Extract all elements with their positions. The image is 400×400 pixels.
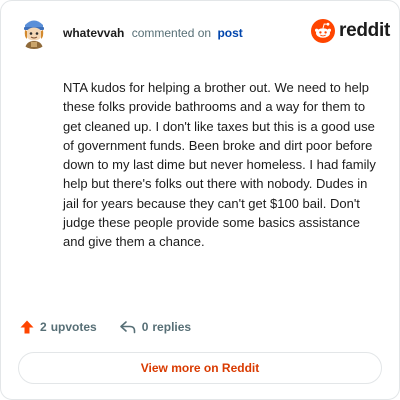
upvotes-button[interactable]: 2 upvotes bbox=[19, 319, 97, 335]
reply-icon bbox=[119, 321, 136, 334]
reddit-logo[interactable]: reddit bbox=[311, 19, 390, 43]
snoo-avatar-icon bbox=[17, 15, 51, 49]
upvote-count: 2 bbox=[40, 320, 47, 334]
header-action-text: commented on bbox=[131, 26, 212, 40]
username-link[interactable]: whatevvah bbox=[63, 26, 124, 40]
reply-label: replies bbox=[152, 320, 192, 334]
upvote-label: upvotes bbox=[50, 320, 97, 334]
comment-header: whatevvah commented on post bbox=[63, 26, 243, 40]
post-link[interactable]: post bbox=[217, 26, 242, 40]
comment-actions: 2 upvotes 0 replies bbox=[19, 319, 191, 335]
upvote-arrow-icon bbox=[20, 320, 34, 334]
view-more-button[interactable]: View more on Reddit bbox=[18, 352, 382, 384]
reddit-wordmark: reddit bbox=[339, 20, 390, 41]
replies-button[interactable]: 0 replies bbox=[119, 319, 191, 335]
user-avatar[interactable] bbox=[17, 15, 51, 49]
reddit-snoo-icon bbox=[311, 19, 335, 43]
reply-count: 0 bbox=[141, 320, 149, 334]
reddit-comment-card: whatevvah commented on post reddit NTA k… bbox=[0, 0, 400, 400]
comment-body: NTA kudos for helping a brother out. We … bbox=[63, 80, 376, 250]
